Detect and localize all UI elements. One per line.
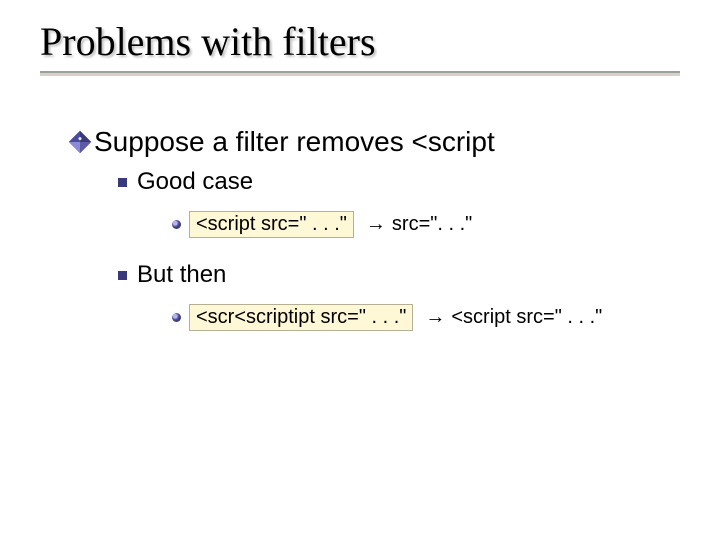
bullet-level-3-but-code: <scr<scriptipt src=" . . ." → <script sr… <box>172 304 688 331</box>
code-box-but-input: <scr<scriptipt src=" . . ." <box>189 304 413 331</box>
good-case-label: Good case <box>137 167 253 197</box>
code-box-good-input: <script src=" . . ." <box>189 211 354 238</box>
bullet-level-1: Suppose a filter removes <script <box>72 124 688 159</box>
slide-title: Problems with filters <box>40 18 688 65</box>
dot-bullet-icon <box>172 220 181 229</box>
but-then-label: But then <box>137 260 226 290</box>
square-bullet-icon <box>118 178 127 187</box>
bullet-level-2-but: But then <box>118 260 688 290</box>
good-result-text: src=". . ." <box>392 212 472 237</box>
but-result-text: <script src=" . . ." <box>451 305 602 330</box>
dot-bullet-icon <box>172 313 181 322</box>
arrow-icon: → <box>425 305 445 330</box>
square-bullet-icon <box>118 271 127 280</box>
diamond-bullet-icon <box>69 130 92 153</box>
slide: Problems with filters Suppose a filter r… <box>0 0 720 540</box>
bullet-level-3-good-code: <script src=" . . ." → src=". . ." <box>172 211 688 238</box>
title-underline <box>40 71 680 76</box>
lvl1-text: Suppose a filter removes <script <box>94 124 495 159</box>
bullet-level-2-good: Good case <box>118 167 688 197</box>
arrow-icon: → <box>366 212 386 237</box>
